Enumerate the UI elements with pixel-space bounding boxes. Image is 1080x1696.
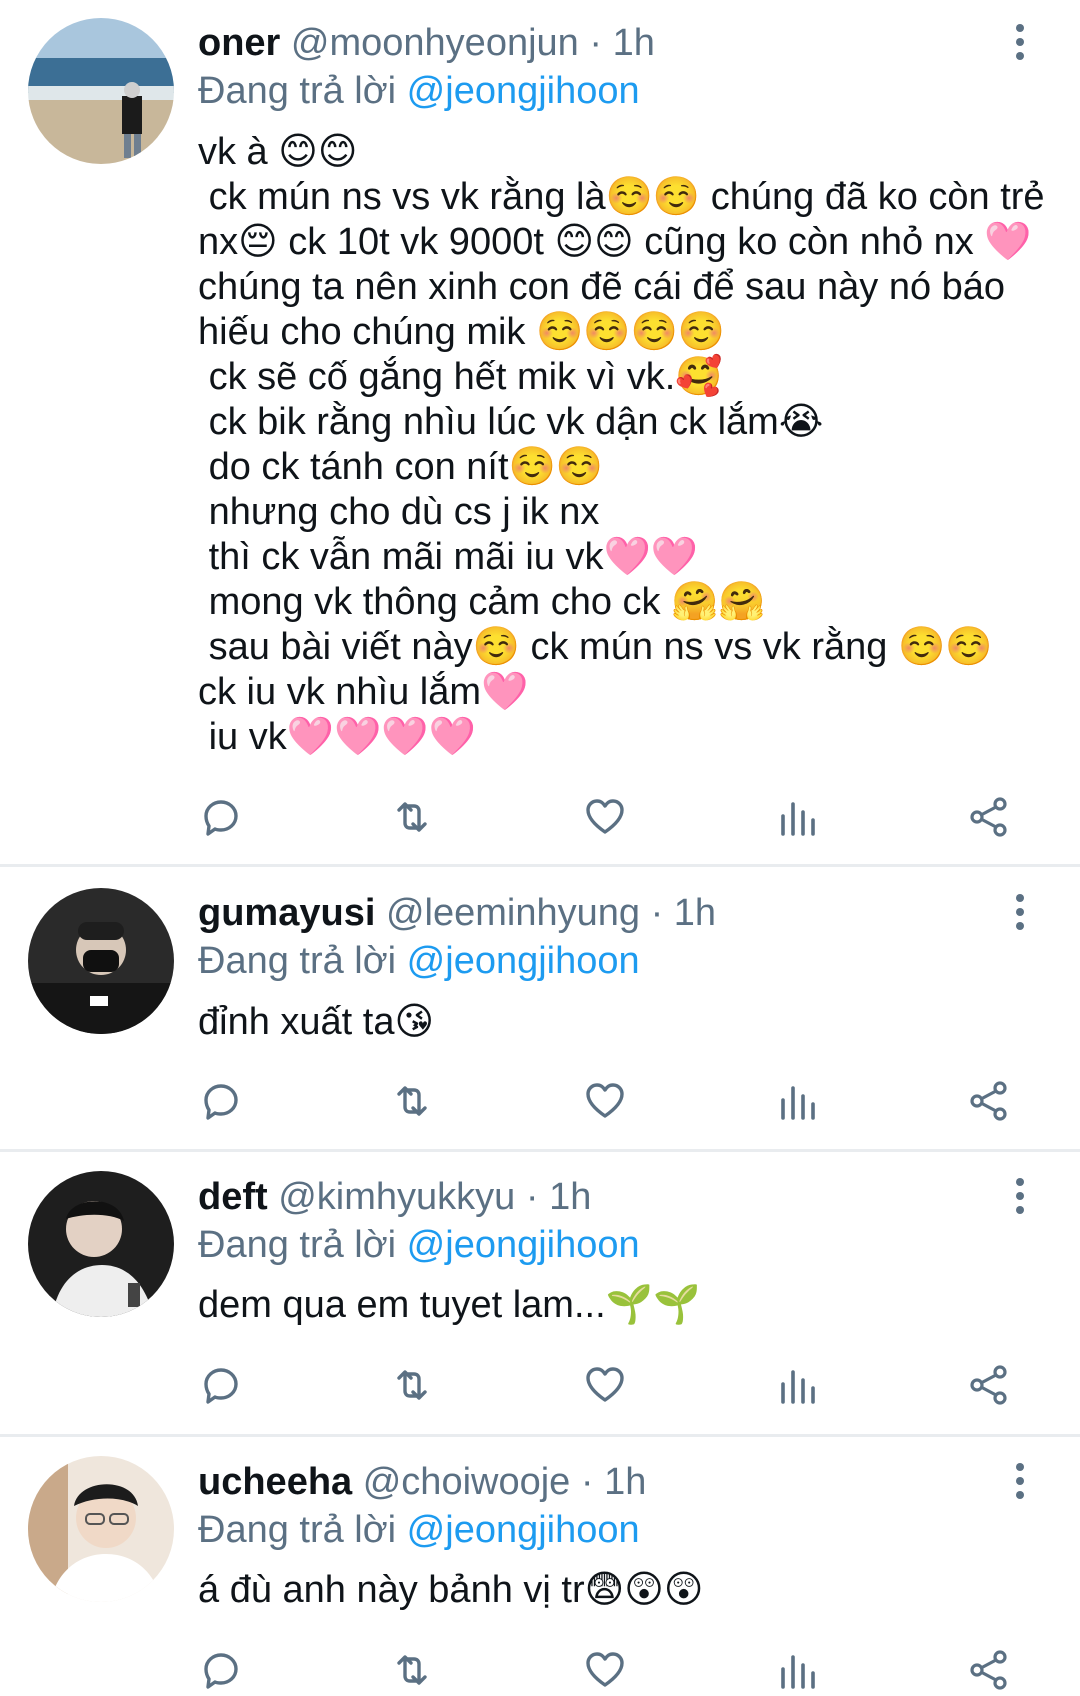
user-handle[interactable]: @moonhyeonjun (291, 22, 579, 64)
share-icon (970, 1081, 1007, 1121)
user-handle[interactable]: @choiwooje (363, 1461, 571, 1503)
tweet-card[interactable]: deft @kimhyukkyu · 1h Đang trả lời @jeon… (0, 1152, 1080, 1437)
views-button[interactable] (775, 794, 821, 840)
action-bar (0, 1078, 1080, 1126)
reply-mention-link[interactable]: @jeongjihoon (407, 940, 640, 982)
like-button[interactable] (582, 1078, 628, 1124)
separator-dot: · (580, 1461, 594, 1503)
timestamp[interactable]: 1h (613, 22, 655, 64)
reply-button[interactable] (198, 1362, 244, 1408)
reply-context: Đang trả lời @jeongjihoon (198, 68, 640, 114)
reply-mention-link[interactable]: @jeongjihoon (407, 1224, 640, 1266)
tweet-card[interactable]: gumayusi @leeminhyung · 1h Đang trả lời … (0, 867, 1080, 1152)
share-button[interactable] (966, 1362, 1012, 1408)
action-bar (0, 1362, 1080, 1410)
analytics-icon (781, 1086, 815, 1120)
like-button[interactable] (582, 794, 628, 840)
retweet-icon (397, 802, 427, 832)
heart-icon (586, 799, 624, 834)
user-handle[interactable]: @leeminhyung (386, 892, 640, 934)
display-name[interactable]: oner (198, 22, 280, 64)
tweet-header: gumayusi @leeminhyung · 1h (198, 890, 990, 936)
reply-prefix: Đang trả lời (198, 70, 397, 112)
reply-icon (204, 800, 238, 836)
tweet-header: oner @moonhyeonjun · 1h (198, 20, 990, 66)
display-name[interactable]: gumayusi (198, 892, 375, 934)
tweet-text: á đù anh này bảnh vị tr😨😲😲 (198, 1569, 704, 1611)
reply-button[interactable] (198, 1078, 244, 1124)
reply-button[interactable] (198, 1647, 244, 1693)
display-name[interactable]: deft (198, 1176, 268, 1218)
timestamp[interactable]: 1h (604, 1461, 646, 1503)
tweet-header: deft @kimhyukkyu · 1h (198, 1174, 990, 1220)
display-name[interactable]: ucheeha (198, 1461, 352, 1503)
action-bar (0, 794, 1080, 842)
more-options-button[interactable] (1010, 22, 1030, 62)
share-button[interactable] (966, 1078, 1012, 1124)
reply-button[interactable] (198, 794, 244, 840)
separator-dot: · (650, 892, 664, 934)
tweet-text: dem qua em tuyet lam...🌱🌱 (198, 1284, 701, 1326)
analytics-icon (781, 1655, 815, 1689)
reply-prefix: Đang trả lời (198, 940, 397, 982)
more-options-button[interactable] (1010, 892, 1030, 932)
analytics-icon (781, 802, 815, 836)
reply-context: Đang trả lời @jeongjihoon (198, 1507, 640, 1553)
retweet-button[interactable] (389, 1647, 435, 1693)
more-vertical-icon (1016, 1178, 1024, 1214)
action-bar (0, 1647, 1080, 1695)
avatar[interactable] (28, 1456, 174, 1602)
avatar[interactable] (28, 888, 174, 1034)
retweet-button[interactable] (389, 1362, 435, 1408)
reply-mention-link[interactable]: @jeongjihoon (407, 70, 640, 112)
tweet-card[interactable]: oner @moonhyeonjun · 1h Đang trả lời @je… (0, 0, 1080, 867)
share-icon (970, 1365, 1007, 1405)
views-button[interactable] (775, 1647, 821, 1693)
reply-mention-link[interactable]: @jeongjihoon (407, 1509, 640, 1551)
separator-dot: · (589, 22, 603, 64)
share-icon (970, 797, 1007, 837)
more-vertical-icon (1016, 24, 1024, 60)
more-options-button[interactable] (1010, 1461, 1030, 1501)
tweet-text: đỉnh xuất ta😘 (198, 1001, 435, 1043)
reply-icon (204, 1653, 238, 1689)
views-button[interactable] (775, 1078, 821, 1124)
reply-icon (204, 1084, 238, 1120)
heart-icon (586, 1083, 624, 1118)
timestamp[interactable]: 1h (549, 1176, 591, 1218)
like-button[interactable] (582, 1362, 628, 1408)
reply-context: Đang trả lời @jeongjihoon (198, 938, 640, 984)
views-button[interactable] (775, 1362, 821, 1408)
avatar[interactable] (28, 18, 174, 164)
reply-prefix: Đang trả lời (198, 1509, 397, 1551)
tweet-text: vk à 😊😊 ck mún ns vs vk rằng là☺️☺️ chún… (198, 131, 1045, 758)
share-button[interactable] (966, 1647, 1012, 1693)
avatar[interactable] (28, 1171, 174, 1317)
heart-icon (586, 1652, 624, 1687)
more-vertical-icon (1016, 1463, 1024, 1499)
retweet-icon (397, 1370, 427, 1400)
reply-icon (204, 1368, 238, 1404)
retweet-icon (397, 1086, 427, 1116)
retweet-icon (397, 1655, 427, 1685)
more-vertical-icon (1016, 894, 1024, 930)
heart-icon (586, 1367, 624, 1402)
retweet-button[interactable] (389, 794, 435, 840)
retweet-button[interactable] (389, 1078, 435, 1124)
share-button[interactable] (966, 794, 1012, 840)
user-handle[interactable]: @kimhyukkyu (278, 1176, 515, 1218)
like-button[interactable] (582, 1647, 628, 1693)
analytics-icon (781, 1370, 815, 1404)
reply-prefix: Đang trả lời (198, 1224, 397, 1266)
tweet-header: ucheeha @choiwooje · 1h (198, 1459, 990, 1505)
tweet-card[interactable]: ucheeha @choiwooje · 1h Đang trả lời @je… (0, 1437, 1080, 1696)
more-options-button[interactable] (1010, 1176, 1030, 1216)
reply-context: Đang trả lời @jeongjihoon (198, 1222, 640, 1268)
separator-dot: · (525, 1176, 539, 1218)
share-icon (970, 1650, 1007, 1690)
timestamp[interactable]: 1h (674, 892, 716, 934)
